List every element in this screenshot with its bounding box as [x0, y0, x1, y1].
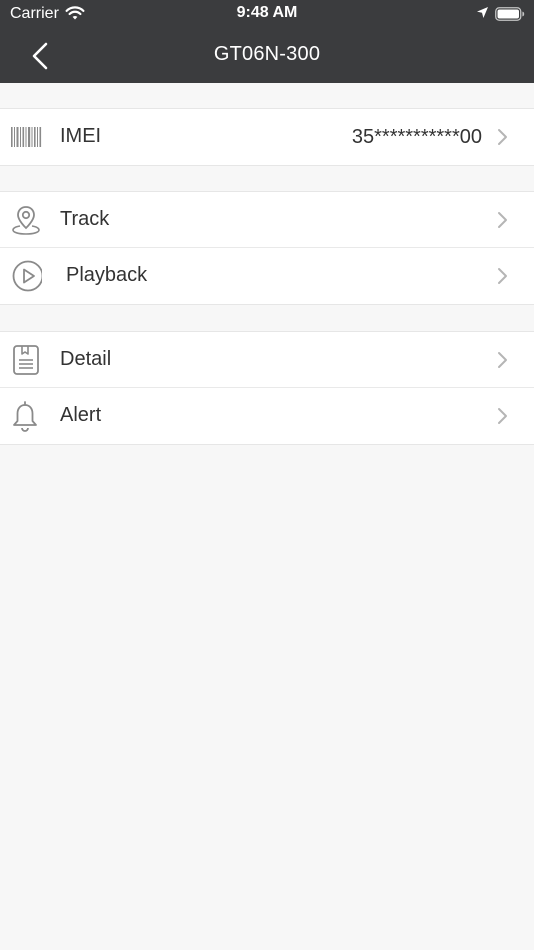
track-group: Track Playback — [0, 191, 534, 305]
chevron-right-icon — [497, 351, 509, 369]
chevron-right-icon — [497, 267, 509, 285]
page-title: GT06N-300 — [213, 43, 321, 65]
chevron-right-icon — [497, 211, 509, 229]
playback-row[interactable]: Playback — [0, 248, 534, 304]
barcode-icon — [10, 121, 42, 153]
status-bar: Carrier 9:48 AM — [0, 0, 534, 28]
chevron-right-icon — [497, 407, 509, 425]
battery-icon — [495, 7, 525, 26]
status-time: 9:48 AM — [236, 4, 298, 21]
detail-label: Detail — [60, 348, 112, 370]
track-label: Track — [60, 208, 110, 230]
navigation-bar: GT06N-300 — [0, 28, 534, 83]
play-circle-icon — [10, 260, 44, 292]
playback-label: Playback — [66, 264, 148, 286]
detail-row[interactable]: Detail — [0, 332, 534, 388]
imei-row[interactable]: IMEI 35***********00 — [0, 109, 534, 165]
alert-label: Alert — [60, 404, 102, 426]
info-group: Detail Alert — [0, 331, 534, 445]
alert-row[interactable]: Alert — [0, 388, 534, 444]
location-arrow-icon — [476, 6, 489, 24]
map-pin-icon — [10, 204, 42, 236]
imei-label: IMEI — [60, 125, 102, 147]
chevron-right-icon — [497, 128, 509, 146]
imei-group: IMEI 35***********00 — [0, 108, 534, 166]
document-icon — [10, 344, 42, 376]
track-row[interactable]: Track — [0, 192, 534, 248]
bell-icon — [10, 400, 42, 432]
imei-value: 35***********00 — [351, 126, 482, 148]
